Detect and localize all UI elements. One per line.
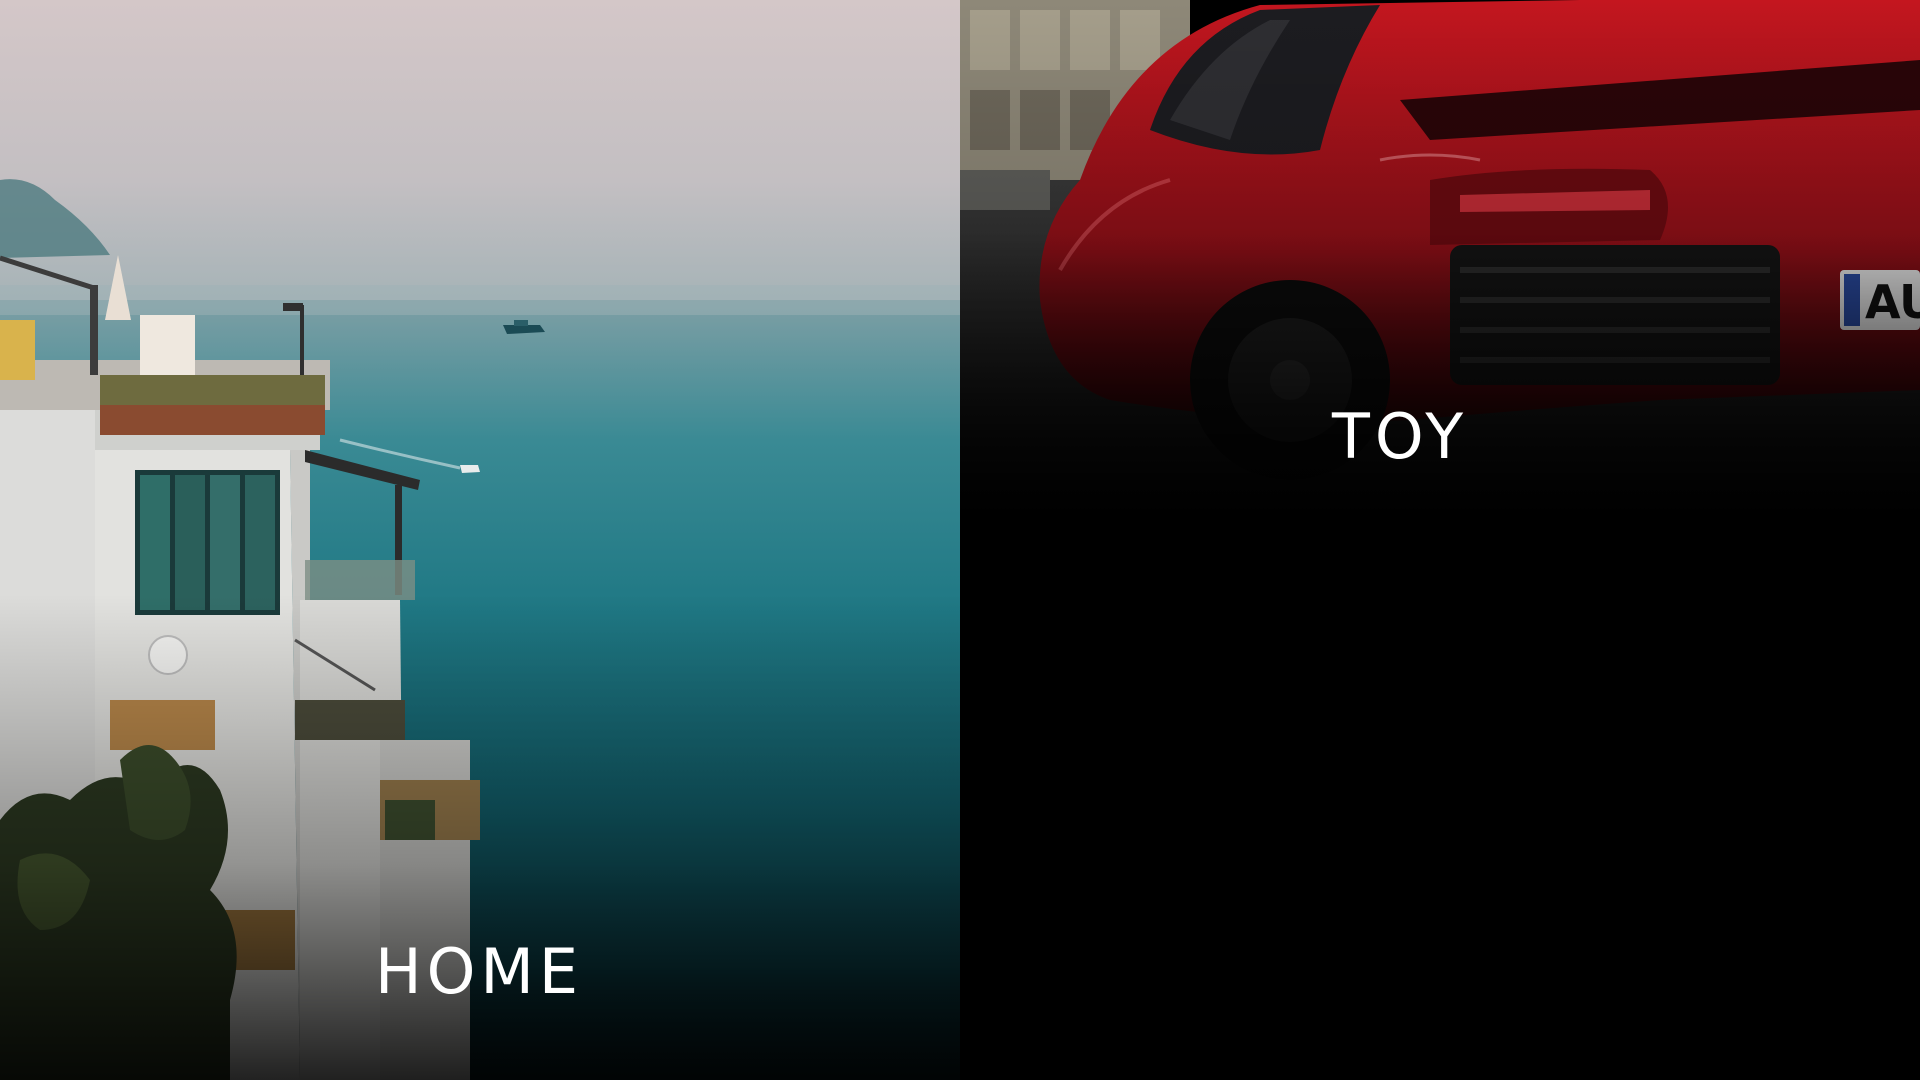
toy-category-label[interactable]: TOY — [1332, 400, 1468, 473]
svg-text:AU: AU — [1865, 275, 1920, 329]
home-scene-illustration — [0, 179, 960, 1080]
category-split-view: HOME AU TOY — [0, 0, 1920, 1080]
home-category-label[interactable]: HOME — [375, 935, 583, 1008]
toy-category-panel[interactable]: AU TOY — [960, 0, 1920, 1080]
home-category-panel[interactable]: HOME — [0, 0, 960, 1080]
